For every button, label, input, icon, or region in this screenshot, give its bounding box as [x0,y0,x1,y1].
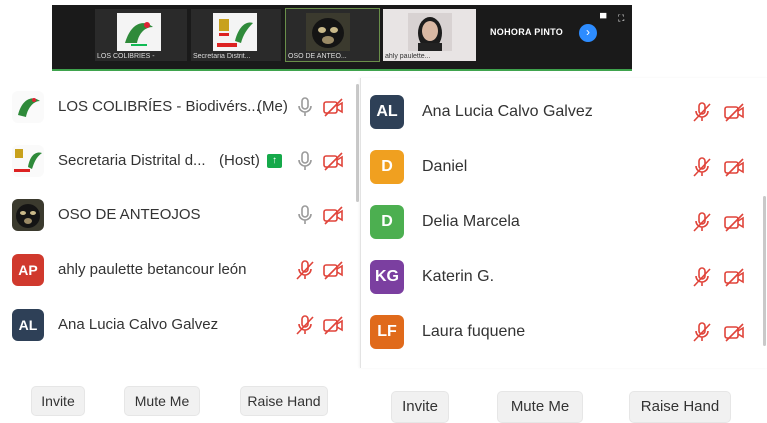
avatar: LF [370,315,404,349]
microphone-muted-icon[interactable] [691,266,713,288]
microphone-muted-icon[interactable] [691,156,713,178]
participant-name: Katerin G. [422,268,495,285]
bear-avatar [12,199,44,231]
video-off-icon[interactable] [723,321,745,343]
microphone-muted-icon[interactable] [294,259,316,281]
participant-row[interactable]: Secretaria Distrital d... (Host) ↑ [0,142,360,182]
participant-row[interactable]: KG Katerin G. [361,257,767,297]
video-off-icon[interactable] [322,259,344,281]
participant-name: Ana Lucia Calvo Galvez [422,103,593,120]
participant-name: Delia Marcela [422,213,520,230]
person-video-image [408,13,452,51]
thumb-caption: LOS COLIBRÍES - [97,53,155,60]
participant-name: ahly paulette betancour león [58,261,247,278]
participant-name: Laura fuquene [422,323,526,340]
microphone-muted-icon[interactable] [691,101,713,123]
invite-button[interactable]: Invite [31,386,85,416]
colibri-logo-image [117,13,161,51]
participant-name: Ana Lucia Calvo Galvez [58,316,219,333]
participant-row[interactable]: D Delia Marcela [361,202,767,242]
video-off-icon[interactable] [322,314,344,336]
participant-row[interactable]: LOS COLIBRÍES - Biodivérs... (Me) [0,88,360,128]
participants-panel-left: LOS COLIBRÍES - Biodivérs... (Me) Secret… [0,78,360,378]
active-speaker-name: NOHORA PINTO [490,27,564,37]
scrollbar[interactable] [356,84,359,202]
participant-name: Secretaria Distrital d... [58,152,206,169]
participant-row[interactable]: AL Ana Lucia Calvo Galvez [361,92,767,132]
host-badge-icon: ↑ [267,154,282,168]
video-off-icon[interactable] [723,156,745,178]
layout-icon[interactable]: ▀ [600,13,606,23]
participant-row[interactable]: AL Ana Lucia Calvo Galvez [0,306,360,346]
mute-me-button[interactable]: Mute Me [497,391,583,423]
avatar: KG [370,260,404,294]
chevron-right-icon[interactable]: › [579,24,597,42]
raise-hand-button[interactable]: Raise Hand [240,386,328,416]
thumb-caption: ahly paulette... [385,53,431,60]
scrollbar[interactable] [763,196,766,346]
participant-name: OSO DE ANTEOJOS [58,206,201,223]
bear-image [306,13,350,51]
participant-role: (Host) [219,152,260,169]
colibri-avatar [12,91,44,123]
active-speaker-bar [52,69,632,71]
participant-role: (Me) [257,98,288,115]
video-off-icon[interactable] [723,266,745,288]
participant-row[interactable]: OSO DE ANTEOJOS [0,196,360,236]
mute-me-button[interactable]: Mute Me [124,386,200,416]
video-thumb-secretaria[interactable]: Secretaria Distrit... [191,9,281,61]
microphone-muted-icon[interactable] [691,321,713,343]
invite-button[interactable]: Invite [391,391,449,423]
microphone-icon[interactable] [294,96,316,118]
bogota-logo-image [213,13,257,51]
avatar: AP [12,254,44,286]
thumb-caption: Secretaria Distrit... [193,53,251,60]
thumb-caption: OSO DE ANTEO... [288,53,347,60]
video-strip: LOS COLIBRÍES - Secretaria Distrit... OS… [52,5,632,71]
video-off-icon[interactable] [723,101,745,123]
microphone-muted-icon[interactable] [691,211,713,233]
microphone-icon[interactable] [294,204,316,226]
participant-row[interactable]: LF Laura fuquene [361,312,767,352]
avatar: D [370,205,404,239]
participants-panel-right: AL Ana Lucia Calvo Galvez D Daniel D Del… [360,78,767,368]
video-off-icon[interactable] [322,204,344,226]
fullscreen-icon[interactable]: ⛶ [618,13,624,24]
bogota-avatar [12,145,44,177]
avatar: D [370,150,404,184]
video-thumb-colibries[interactable]: LOS COLIBRÍES - [95,9,187,61]
video-off-icon[interactable] [723,211,745,233]
participant-name: Daniel [422,158,468,175]
video-off-icon[interactable] [322,96,344,118]
microphone-icon[interactable] [294,150,316,172]
avatar: AL [370,95,404,129]
video-thumb-oso[interactable]: OSO DE ANTEO... [285,8,380,62]
video-off-icon[interactable] [322,150,344,172]
participant-row[interactable]: D Daniel [361,147,767,187]
video-thumb-ahly[interactable]: ahly paulette... [383,9,476,61]
participant-row[interactable]: AP ahly paulette betancour león [0,251,360,291]
microphone-muted-icon[interactable] [294,314,316,336]
raise-hand-button[interactable]: Raise Hand [629,391,731,423]
participant-name: LOS COLIBRÍES - Biodivérs... [58,98,260,115]
avatar: AL [12,309,44,341]
